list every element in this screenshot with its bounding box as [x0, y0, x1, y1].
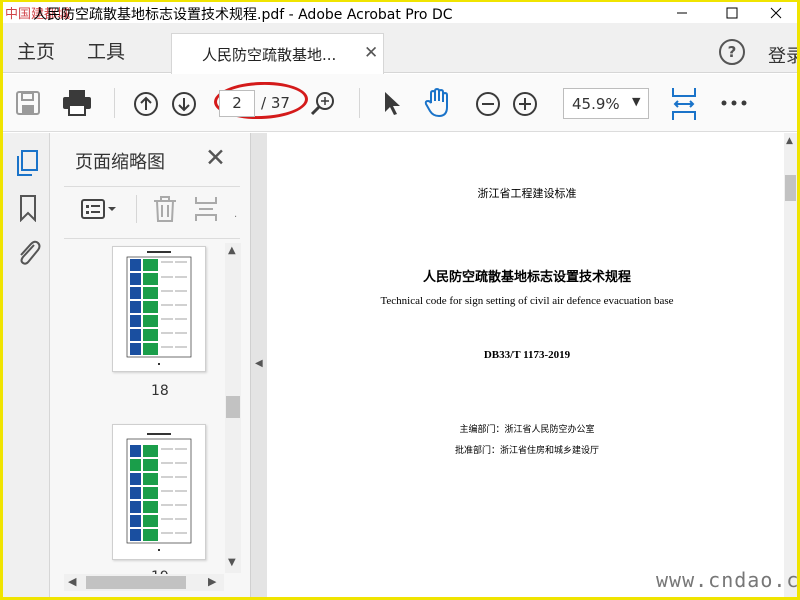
doc-approver: 批准部门：浙江省住房和城乡建设厅: [454, 446, 599, 456]
page-number-input[interactable]: 2: [219, 90, 255, 117]
panel-divider: [64, 238, 240, 239]
print-icon[interactable]: [61, 88, 93, 118]
close-icon: [770, 7, 782, 18]
page-thumbnails-panel: 页面缩略图 ✕ . 18 ▲ ▼ ◀ ▶: [50, 133, 250, 597]
menu-tools[interactable]: 工具: [87, 37, 125, 64]
scroll-down-icon[interactable]: ▼: [228, 557, 236, 568]
save-icon[interactable]: [15, 90, 41, 116]
acrobat-window: 中国建都城 人民防空疏散基地标志设置技术规程.pdf - Adobe Acrob…: [3, 2, 797, 597]
document-tab-label: 人民防空疏散基地...: [202, 46, 337, 64]
page-total: / 37: [261, 94, 290, 112]
doc-title-cn: 人民防空疏散基地标志设置技术规程: [422, 270, 631, 285]
panel-title: 页面缩略图: [75, 152, 165, 173]
menu-tab-bar: 主页 工具 人民防空疏散基地... ✕ ? 登录: [3, 23, 797, 74]
window-title: 人民防空疏散基地标志设置技术规程.pdf - Adobe Acrobat Pro…: [33, 7, 453, 23]
more-panel-options-icon[interactable]: .: [234, 209, 237, 220]
doc-editor: 主编部门：浙江省人民防空办公室: [459, 425, 595, 435]
trash-icon[interactable]: [152, 195, 178, 223]
toolbar-separator: [114, 88, 115, 118]
site-watermark: www.cndao.com: [656, 568, 800, 592]
minimize-button[interactable]: [659, 2, 705, 23]
scroll-right-icon[interactable]: ▶: [208, 575, 216, 588]
minimize-icon: [677, 12, 687, 13]
document-vertical-scrollbar[interactable]: ▲: [784, 133, 797, 597]
zoom-select[interactable]: 45.9% ▼: [563, 88, 649, 119]
panel-divider: [64, 186, 240, 187]
help-icon[interactable]: ?: [719, 39, 745, 65]
thumbnail-label: 18: [151, 383, 169, 399]
zoom-in-icon[interactable]: [512, 91, 538, 117]
fit-width-icon[interactable]: [669, 86, 699, 122]
find-zoom-icon[interactable]: [309, 90, 337, 118]
pane-splitter[interactable]: ◀: [250, 133, 267, 597]
login-link[interactable]: 登录: [768, 42, 797, 68]
doc-title-en: Technical code for sign setting of civil…: [380, 295, 674, 307]
thumbnail-page-18-content: [126, 251, 192, 365]
collapse-pane-icon[interactable]: ◀: [255, 358, 263, 369]
maximize-icon: [726, 7, 738, 18]
menu-home[interactable]: 主页: [17, 37, 55, 64]
panel-separator: [136, 195, 137, 223]
document-tab[interactable]: 人民防空疏散基地... ✕: [171, 33, 384, 74]
thumbnail-options-icon[interactable]: [80, 197, 118, 221]
thumbnail-horizontal-scrollbar[interactable]: ◀ ▶: [64, 574, 224, 591]
next-page-icon[interactable]: [171, 91, 197, 117]
zoom-out-icon[interactable]: [475, 91, 501, 117]
close-window-button[interactable]: [753, 2, 797, 23]
scroll-left-icon[interactable]: ◀: [68, 575, 76, 588]
page-thumbnail[interactable]: [112, 246, 206, 372]
select-cursor-icon[interactable]: [381, 90, 403, 118]
doc-code: DB33/T 1173-2019: [483, 349, 571, 361]
attachment-icon[interactable]: [14, 237, 42, 267]
scroll-up-icon[interactable]: ▲: [228, 245, 236, 256]
scroll-up-icon[interactable]: ▲: [786, 136, 793, 146]
main-toolbar: 2 / 37 45.9% ▼: [3, 74, 797, 132]
navigation-pane-strip: [3, 133, 50, 597]
zoom-value: 45.9%: [572, 95, 620, 113]
page-thumbnails-icon[interactable]: [15, 149, 39, 177]
doc-issuer: 浙江省工程建设标准: [477, 187, 577, 200]
insert-page-icon[interactable]: [193, 195, 219, 223]
scrollbar-thumb[interactable]: [226, 396, 240, 418]
page-thumbnail[interactable]: [112, 424, 206, 560]
toolbar-separator: [359, 88, 360, 118]
title-bar: 中国建都城 人民防空疏散基地标志设置技术规程.pdf - Adobe Acrob…: [3, 2, 797, 23]
chevron-down-icon: ▼: [632, 95, 641, 108]
maximize-button[interactable]: [709, 2, 755, 23]
thumbnail-vertical-scrollbar[interactable]: ▲ ▼: [225, 243, 241, 573]
scrollbar-thumb[interactable]: [86, 576, 186, 589]
scrollbar-thumb[interactable]: [785, 175, 796, 201]
tab-close-icon[interactable]: ✕: [364, 43, 378, 63]
prev-page-icon[interactable]: [133, 91, 159, 117]
thumbnail-page-19-content: [126, 433, 192, 551]
document-view[interactable]: 浙江省工程建设标准 人民防空疏散基地标志设置技术规程 Technical cod…: [267, 133, 797, 597]
bookmark-icon[interactable]: [18, 194, 38, 222]
hand-icon[interactable]: [423, 87, 453, 119]
panel-close-icon[interactable]: ✕: [205, 143, 226, 172]
more-icon[interactable]: [721, 100, 747, 106]
